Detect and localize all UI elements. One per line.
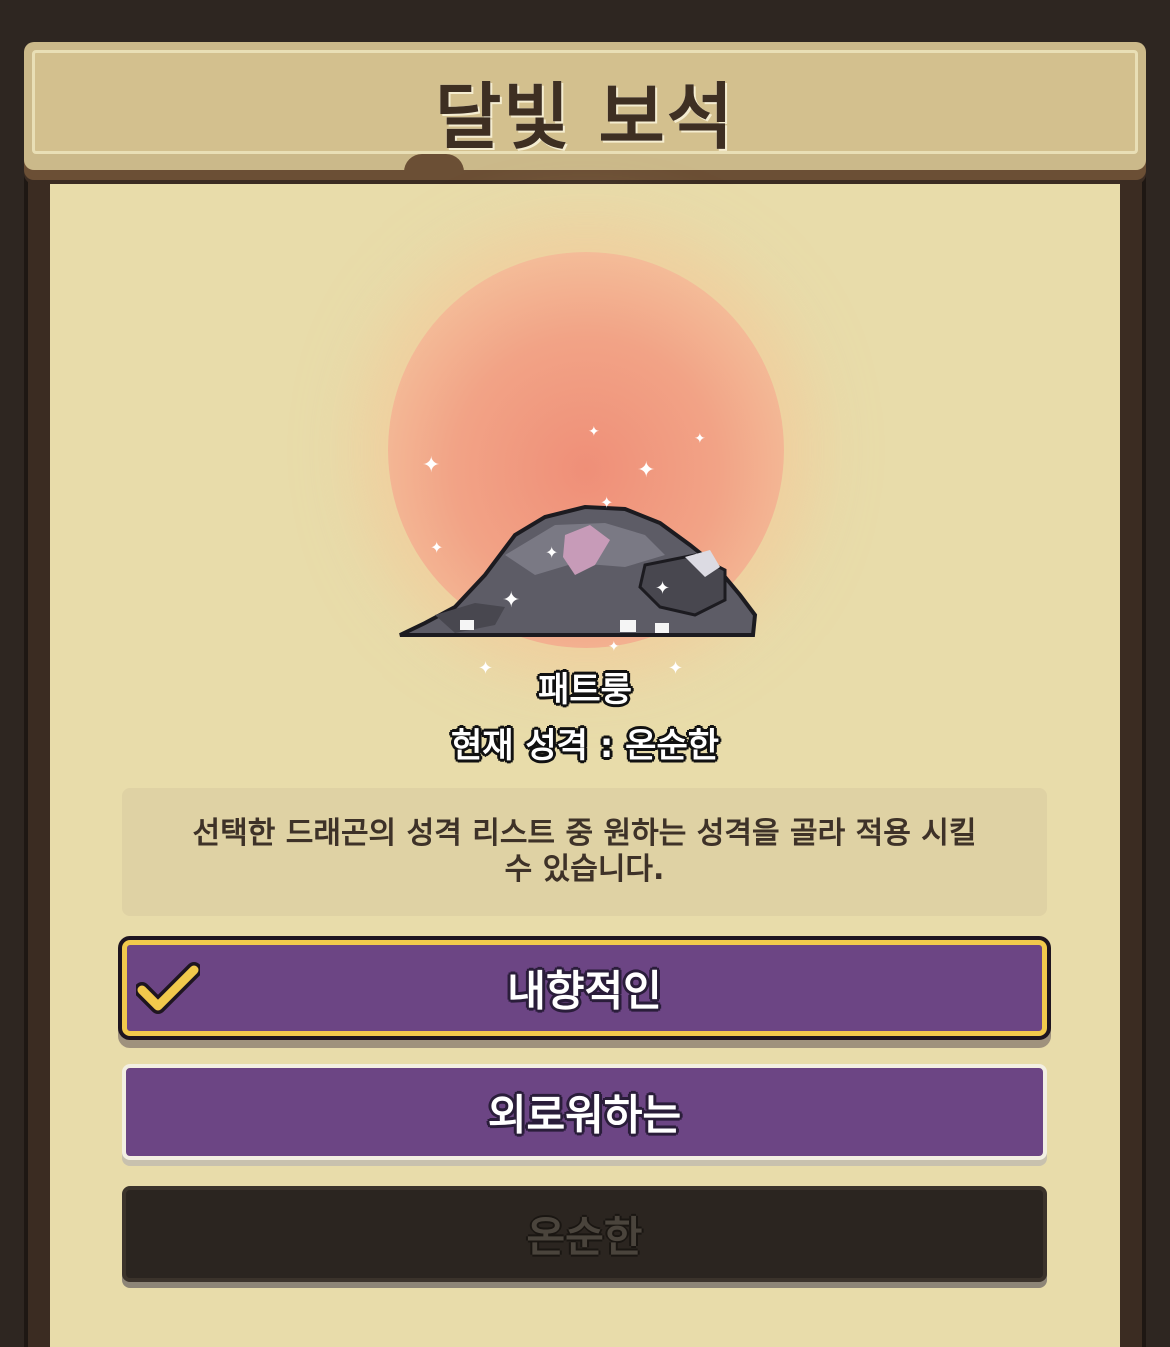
sparkle-icon: ✦ [608,639,620,655]
sparkle-icon: ✦ [588,424,600,440]
sparkle-icon: ✦ [694,431,706,447]
current-personality: 현재 성격 : 온순한 [450,726,720,766]
sparkle-icon: ✦ [502,588,521,613]
option-label: 외로워하는 [487,1090,682,1140]
option-label: 내향적인 [507,966,662,1016]
check-icon [136,962,200,1014]
option-label: 온순한 [526,1212,643,1262]
personality-option-introverted[interactable]: 내향적인 [122,940,1047,1036]
popup-title: 달빛 보석 [434,75,736,159]
sparkle-icon: ✦ [655,578,671,599]
personality-option-gentle-disabled[interactable]: 온순한 [122,1186,1047,1282]
dragon-sprite-icon [399,504,758,637]
description-box: 선택한 드래곤의 성격 리스트 중 원하는 성격을 골라 적용 시킬 수 있습니… [122,788,1047,916]
dragon-name: 패트룽 [538,670,632,710]
description-text: 선택한 드래곤의 성격 리스트 중 원하는 성격을 골라 적용 시킬 수 있습니… [192,816,977,887]
sparkle-icon: ✦ [600,493,614,512]
sparkle-icon: ✦ [637,458,656,483]
sparkle-icon: ✦ [430,538,444,557]
sparkle-icon: ✦ [422,453,441,478]
personality-option-lonely[interactable]: 외로워하는 [122,1064,1047,1160]
sparkle-icon: ✦ [545,543,559,562]
